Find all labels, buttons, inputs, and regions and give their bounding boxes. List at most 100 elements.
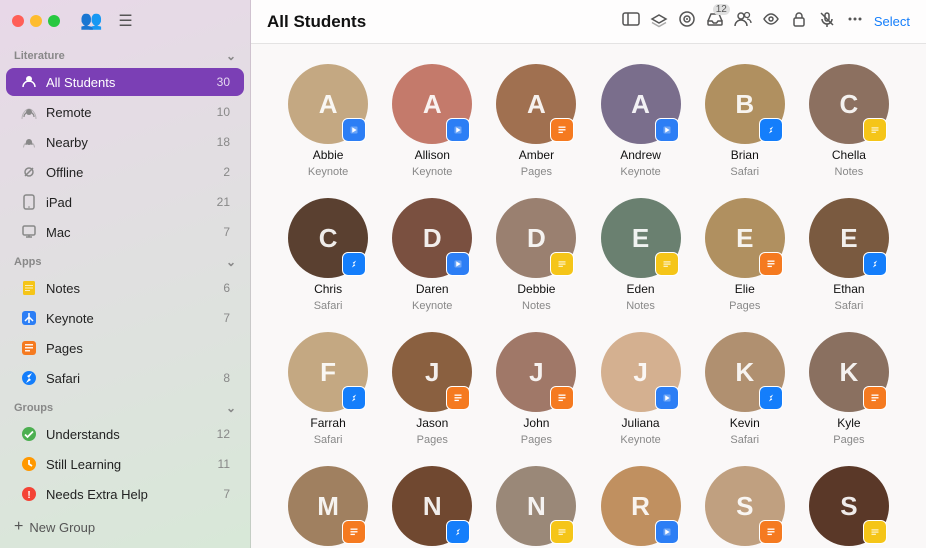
select-button[interactable]: Select [874,14,910,29]
avatar-wrap: M [288,466,368,546]
understands-icon [20,425,38,443]
student-card[interactable]: C Chris Safari [281,198,375,312]
list-icon[interactable]: ☰ [118,11,132,31]
app-badge [550,386,574,410]
sidebar-item-needs-extra-help[interactable]: ! Needs Extra Help 7 [6,480,244,508]
student-card[interactable]: B Brian Safari [698,64,792,178]
student-card[interactable]: S Samara Pages [698,466,792,548]
app-badge [655,252,679,276]
sidebar-item-offline[interactable]: Offline 2 [6,158,244,186]
student-card[interactable]: M Matthew Pages [281,466,375,548]
people-icon[interactable] [734,10,752,33]
student-card[interactable]: S Sarah Notes [802,466,896,548]
student-name: Chella [832,148,866,162]
app-badge [342,520,366,544]
student-card[interactable]: A Amber Pages [489,64,583,178]
student-card[interactable]: C Chella Notes [802,64,896,178]
app-badge [446,252,470,276]
student-name: John [523,416,549,430]
sidebar-item-safari[interactable]: Safari 8 [6,364,244,392]
layers-icon[interactable] [650,10,668,33]
app-badge [342,252,366,276]
inbox-icon[interactable]: 12 [706,10,724,33]
lock-icon[interactable] [790,10,808,33]
close-button[interactable] [12,15,24,27]
student-card[interactable]: K Kyle Pages [802,332,896,446]
sidebar-item-pages[interactable]: Pages [6,334,244,362]
app-badge [863,520,887,544]
student-card[interactable]: A Andrew Keynote [593,64,687,178]
avatar-wrap: D [392,198,472,278]
student-card[interactable]: K Kevin Safari [698,332,792,446]
student-app: Keynote [620,434,660,446]
student-app: Safari [730,434,759,446]
ipad-icon [20,193,38,211]
student-name: Chris [314,282,342,296]
student-app: Pages [521,166,552,178]
student-app: Notes [522,300,551,312]
maximize-button[interactable] [48,15,60,27]
app-badge [342,386,366,410]
student-card[interactable]: J Jason Pages [385,332,479,446]
avatar-wrap: A [392,64,472,144]
student-card[interactable]: N Nerio Safari [385,466,479,548]
student-name: Amber [519,148,554,162]
student-card[interactable]: J John Pages [489,332,583,446]
sidebar-toggle-icon[interactable] [622,10,640,33]
student-app: Keynote [620,166,660,178]
app-badge [550,520,574,544]
student-name: Brian [731,148,759,162]
eye-icon[interactable] [762,10,780,33]
people-icon[interactable]: 👥 [80,10,102,31]
student-name: Daren [416,282,449,296]
student-name: Andrew [620,148,661,162]
notes-app-icon [20,279,38,297]
sidebar-item-mac[interactable]: Mac 7 [6,218,244,246]
app-badge [550,252,574,276]
student-card[interactable]: N Nicole Notes [489,466,583,548]
sidebar-item-all-students[interactable]: All Students 30 [6,68,244,96]
sidebar-topbar: 👥 ☰ [0,0,250,41]
new-group-button[interactable]: + New Group [0,510,250,548]
mic-off-icon[interactable] [818,10,836,33]
student-app: Pages [833,434,864,446]
app-badge [342,118,366,142]
student-card[interactable]: E Eden Notes [593,198,687,312]
student-name: Eden [627,282,655,296]
section-apps: Apps ⌄ [0,247,250,273]
sidebar-item-ipad[interactable]: iPad 21 [6,188,244,216]
app-badge [655,386,679,410]
section-literature: Literature ⌄ [0,41,250,67]
avatar-wrap: B [705,64,785,144]
sidebar-item-still-learning[interactable]: Still Learning 11 [6,450,244,478]
app-badge [863,118,887,142]
sidebar-item-keynote[interactable]: Keynote 7 [6,304,244,332]
student-card[interactable]: F Farrah Safari [281,332,375,446]
remote-icon [20,103,38,121]
minimize-button[interactable] [30,15,42,27]
app-badge [863,252,887,276]
student-app: Safari [730,166,759,178]
sidebar-item-remote[interactable]: Remote 10 [6,98,244,126]
app-badge [863,386,887,410]
avatar-wrap: J [496,332,576,412]
student-card[interactable]: E Ethan Safari [802,198,896,312]
sidebar-item-understands[interactable]: Understands 12 [6,420,244,448]
app-badge [550,118,574,142]
student-card[interactable]: A Abbie Keynote [281,64,375,178]
sidebar-item-notes[interactable]: Notes 6 [6,274,244,302]
student-card[interactable]: A Allison Keynote [385,64,479,178]
more-icon[interactable] [846,10,864,33]
student-card[interactable]: J Juliana Keynote [593,332,687,446]
app-badge [446,386,470,410]
student-card[interactable]: D Debbie Notes [489,198,583,312]
mac-icon [20,223,38,241]
student-card[interactable]: D Daren Keynote [385,198,479,312]
app-badge [655,520,679,544]
avatar-wrap: E [601,198,681,278]
student-card[interactable]: E Elie Pages [698,198,792,312]
student-card[interactable]: R Raffi Keynote [593,466,687,548]
toolbar: All Students 12 [251,0,926,44]
sidebar-item-nearby[interactable]: Nearby 18 [6,128,244,156]
target-icon[interactable] [678,10,696,33]
